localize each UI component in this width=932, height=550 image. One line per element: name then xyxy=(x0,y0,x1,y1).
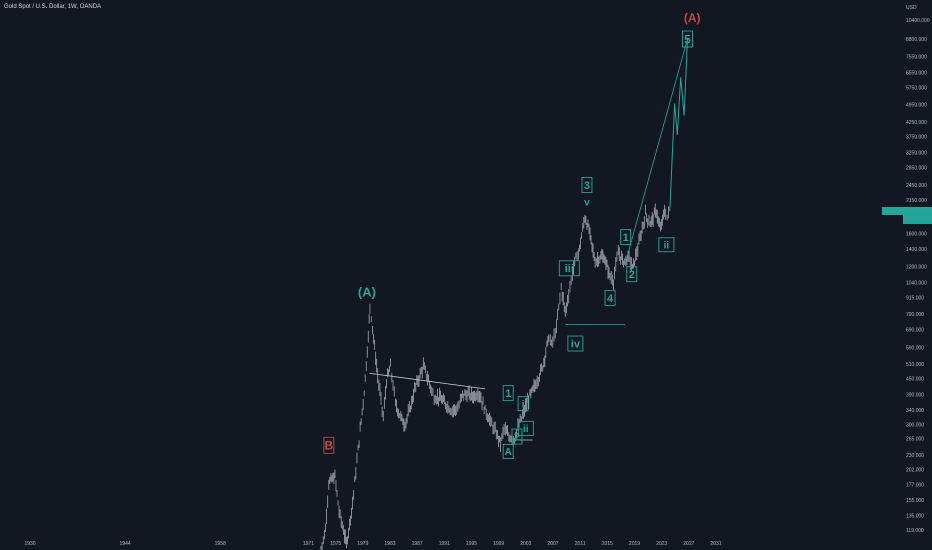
wave-label: ii xyxy=(664,240,670,251)
x-tick-label: 1995 xyxy=(466,541,477,547)
wave-label: (A) xyxy=(358,284,376,299)
x-tick-label: 1958 xyxy=(215,541,226,547)
level-lines xyxy=(369,324,625,441)
y-tick-label: 1200.000 xyxy=(906,264,927,270)
x-tick-label: 1999 xyxy=(493,541,504,547)
current-price-tag xyxy=(882,206,932,224)
y-tick-label: 690.000 xyxy=(906,327,924,333)
y-tick-label: 7550.000 xyxy=(906,55,927,61)
projection-path xyxy=(669,39,688,212)
x-tick-label: 1983 xyxy=(384,541,395,547)
y-tick-label: 2450.000 xyxy=(906,183,927,189)
y-tick-label: 915.000 xyxy=(906,295,924,301)
y-axis: 10400.000 8800.000 7550.000 6550.000 5750.00… xyxy=(906,18,930,534)
x-tick-label: 2015 xyxy=(602,541,613,547)
price-chart[interactable]: 10400.000 8800.000 7550.000 6550.000 5750.00… xyxy=(0,0,932,550)
price-tag-bar xyxy=(882,206,932,215)
channel-line xyxy=(625,38,688,262)
y-tick-label: 5750.000 xyxy=(906,86,927,92)
wave-label: i xyxy=(522,399,525,410)
y-tick-label: 230.000 xyxy=(906,453,924,459)
x-tick-label: 2007 xyxy=(547,541,558,547)
y-tick-label: 3750.000 xyxy=(906,134,927,140)
y-tick-label: 1040.000 xyxy=(906,281,927,287)
x-tick-label: 1987 xyxy=(412,541,423,547)
wave-label: 5 xyxy=(684,32,691,46)
y-tick-label: 510.000 xyxy=(906,362,924,368)
y-tick-label: 4250.000 xyxy=(906,120,927,126)
y-tick-label: 2850.000 xyxy=(906,166,927,172)
wave-label: (A) xyxy=(684,11,701,25)
y-tick-label: 340.000 xyxy=(906,408,924,414)
y-tick-label: 2150.000 xyxy=(906,198,927,204)
y-tick-label: 300.000 xyxy=(906,423,924,429)
wave-label: iii xyxy=(565,263,574,275)
y-tick-label: 790.000 xyxy=(906,312,924,318)
y-tick-label: 4950.000 xyxy=(906,103,927,109)
x-tick-label: 2023 xyxy=(656,541,667,547)
x-axis: 1930 1944 1958 1971 1975 1979 1983 1987 1991 1995… xyxy=(24,541,721,547)
wave-label: v xyxy=(584,198,590,209)
price-candles xyxy=(320,203,669,550)
y-tick-label: 119.000 xyxy=(906,528,924,534)
x-tick-label: 1979 xyxy=(357,541,368,547)
y-tick-label: 265.000 xyxy=(906,437,924,443)
x-tick-label: 1971 xyxy=(303,541,314,547)
x-tick-label: 2031 xyxy=(710,541,721,547)
x-tick-label: 2003 xyxy=(520,541,531,547)
x-tick-label: 1975 xyxy=(330,541,341,547)
y-tick-label: 3250.000 xyxy=(906,151,927,157)
projection-lines xyxy=(625,38,688,262)
y-tick-label: 1400.000 xyxy=(906,247,927,253)
x-tick-label: 2011 xyxy=(575,541,586,547)
wave-label: 2 xyxy=(629,269,635,281)
y-tick-label: 177.000 xyxy=(906,483,924,489)
wave-label: ii xyxy=(523,424,529,435)
wave-label: 3 xyxy=(584,180,590,192)
wave-label: 1 xyxy=(505,388,511,400)
y-tick-label: 10400.000 xyxy=(906,18,930,24)
y-tick-label: 8800.000 xyxy=(906,37,927,43)
wave-label: 1 xyxy=(623,232,629,244)
x-tick-label: 2019 xyxy=(629,541,640,547)
wave-label: B xyxy=(325,439,334,453)
y-tick-label: 155.000 xyxy=(906,498,924,504)
wave-label: iv xyxy=(571,339,581,351)
x-tick-label: 1991 xyxy=(439,541,450,547)
wave-labels: (A)(A)B A12iiiiiiiv3v142ii5 xyxy=(323,11,701,459)
price-tag-box xyxy=(903,214,932,224)
wave-label: A xyxy=(505,447,512,458)
y-tick-label: 390.000 xyxy=(906,393,924,399)
x-tick-label: 1930 xyxy=(24,541,35,547)
x-tick-label: 2027 xyxy=(683,541,694,547)
y-tick-label: 1600.000 xyxy=(906,232,927,238)
y-tick-label: 135.000 xyxy=(906,514,924,520)
y-tick-label: 6550.000 xyxy=(906,71,927,77)
wave-label: 4 xyxy=(607,293,614,305)
y-tick-label: 590.000 xyxy=(906,345,924,351)
wave-label: 2 xyxy=(514,431,520,443)
y-tick-label: 450.000 xyxy=(906,376,924,382)
x-tick-label: 1944 xyxy=(120,541,131,547)
y-tick-label: 202.000 xyxy=(906,468,924,474)
